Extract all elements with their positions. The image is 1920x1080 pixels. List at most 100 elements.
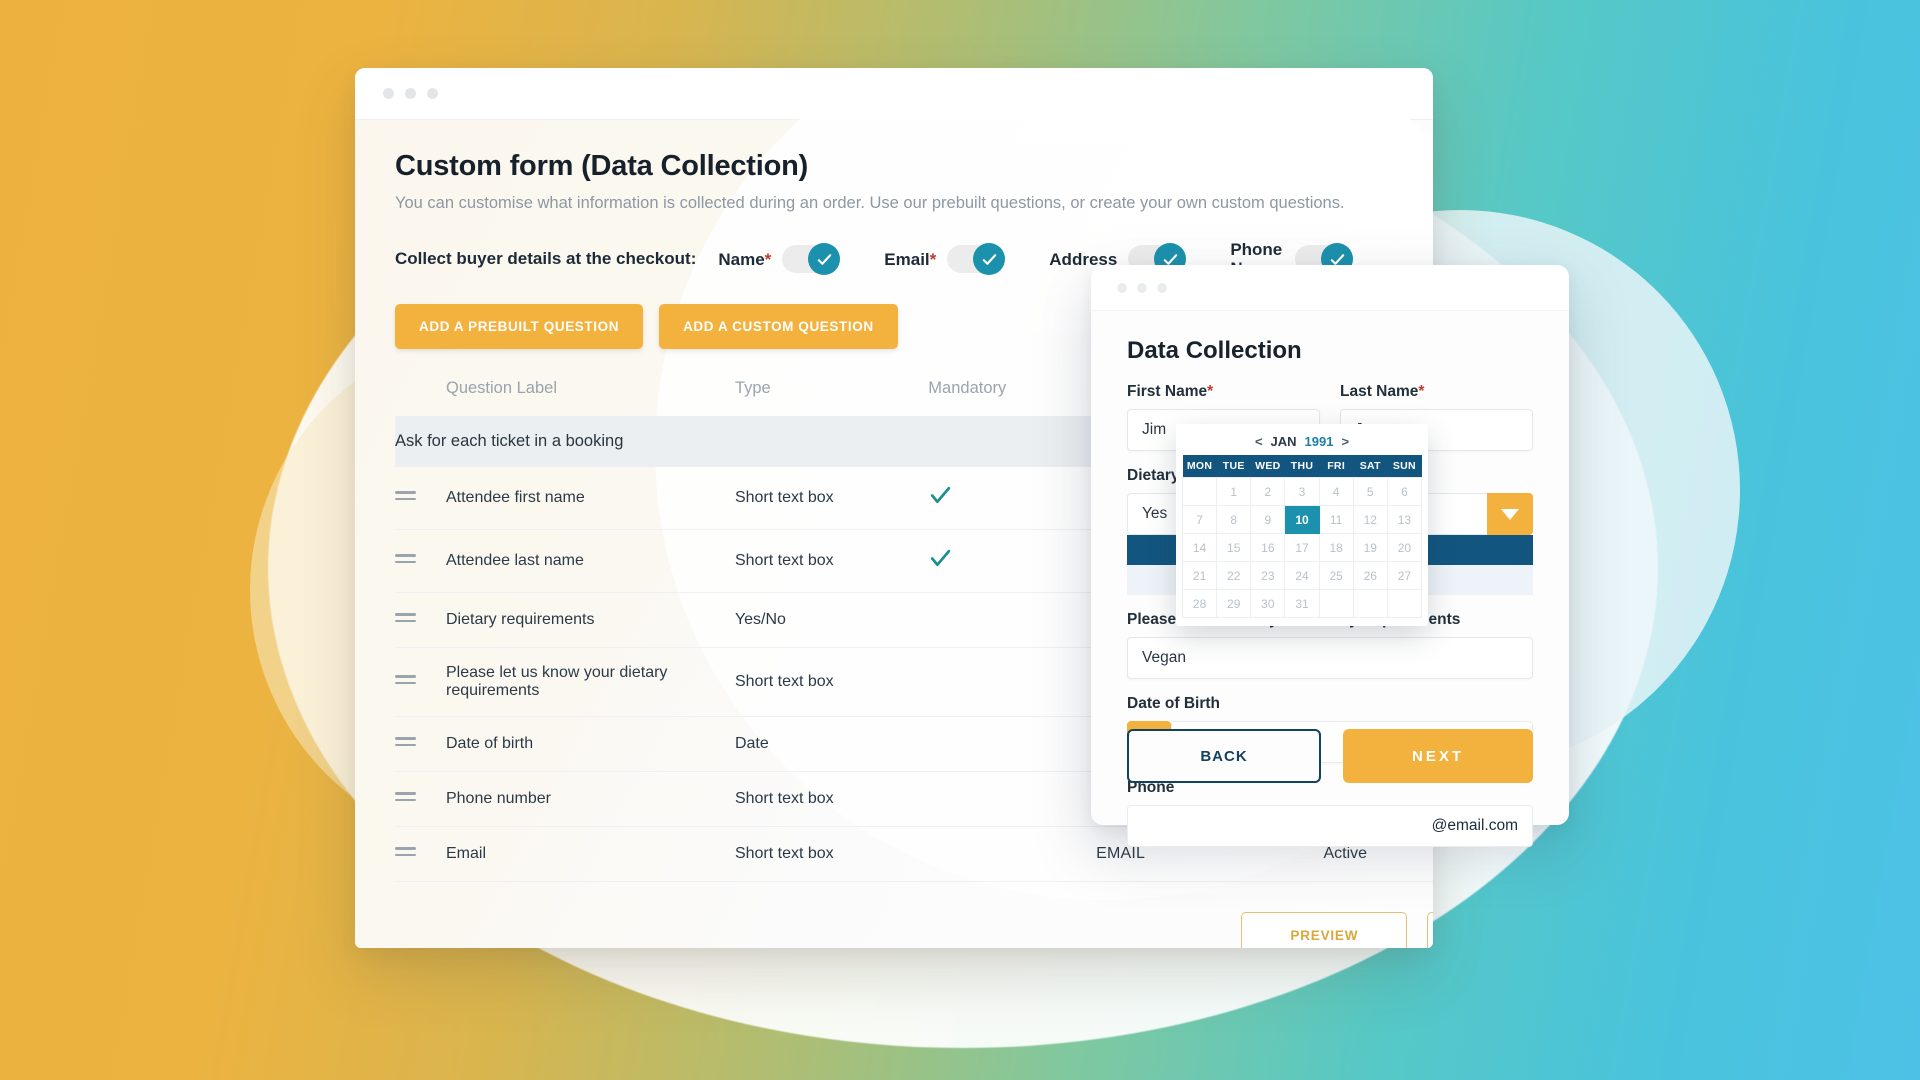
drag-handle-icon[interactable] — [395, 550, 416, 567]
drag-handle-icon[interactable] — [395, 671, 416, 688]
table-cell-drag[interactable] — [395, 529, 446, 594]
save-and-close-button[interactable]: SAVE AND CLOSE — [1427, 912, 1433, 948]
calendar-weekday: THU — [1284, 455, 1320, 478]
calendar-day[interactable]: 9 — [1250, 505, 1286, 534]
calendar-weekday-header: MON TUE WED THU FRI SAT SUN — [1182, 455, 1422, 478]
calendar-day[interactable]: 25 — [1318, 561, 1354, 590]
drag-handle-icon[interactable] — [395, 733, 416, 750]
table-cell-type: Short text box — [734, 771, 929, 828]
back-button[interactable]: BACK — [1127, 729, 1321, 783]
calendar-next-button[interactable]: > — [1341, 434, 1349, 449]
window-titlebar — [355, 68, 1433, 120]
calendar-day[interactable]: 14 — [1181, 533, 1218, 562]
calendar-weekday: SAT — [1353, 455, 1388, 478]
modal-footer: BACK NEXT — [1127, 729, 1533, 783]
table-cell-mandatory — [928, 467, 1097, 531]
table-cell-drag[interactable] — [395, 716, 446, 773]
calendar-day[interactable]: 1 — [1216, 477, 1252, 506]
table-cell-question-label: Dietary requirements — [445, 592, 735, 649]
calendar-day[interactable]: 15 — [1216, 533, 1252, 562]
calendar-weekday: FRI — [1319, 455, 1354, 478]
table-cell-drag[interactable] — [395, 647, 446, 718]
modal-dot-minimize[interactable] — [1137, 282, 1147, 293]
modal-dot-maximize[interactable] — [1157, 282, 1167, 293]
calendar-day[interactable]: 19 — [1352, 533, 1388, 562]
toggle-group-name: Name* — [718, 243, 841, 276]
mandatory-check-icon — [928, 487, 953, 512]
calendar-day[interactable]: 23 — [1250, 561, 1286, 590]
calendar-day[interactable]: 3 — [1284, 477, 1320, 506]
calendar-prev-button[interactable]: < — [1255, 434, 1263, 449]
table-cell-question-label: Attendee last name — [445, 529, 735, 594]
table-cell-question-label: Email — [445, 826, 735, 883]
calendar-day[interactable]: 12 — [1352, 505, 1388, 534]
calendar-day[interactable]: 5 — [1352, 477, 1388, 506]
table-cell-drag[interactable] — [395, 826, 446, 883]
drag-handle-icon[interactable] — [395, 788, 416, 805]
calendar-day-empty — [1386, 589, 1423, 618]
table-cell-type: Yes/No — [734, 592, 929, 649]
calendar-day[interactable]: 21 — [1181, 561, 1218, 590]
calendar-day[interactable]: 28 — [1181, 589, 1218, 618]
modal-dot-close[interactable] — [1117, 282, 1127, 293]
drag-handle-icon[interactable] — [395, 487, 416, 504]
calendar-day[interactable]: 29 — [1216, 589, 1252, 618]
calendar-day[interactable]: 26 — [1352, 561, 1388, 590]
calendar-day[interactable]: 8 — [1216, 505, 1252, 534]
calendar-day[interactable]: 17 — [1284, 533, 1320, 562]
drag-handle-icon[interactable] — [395, 609, 416, 626]
table-cell-question-label: Phone number — [445, 771, 735, 828]
calendar-day[interactable]: 6 — [1386, 477, 1423, 506]
table-cell-question-label: Date of birth — [445, 716, 735, 773]
calendar-day[interactable]: 24 — [1284, 561, 1320, 590]
table-cell-drag[interactable] — [395, 467, 446, 531]
add-prebuilt-question-button[interactable]: ADD A PREBUILT QUESTION — [395, 304, 644, 350]
table-header-drag — [395, 371, 446, 416]
calendar-day[interactable]: 7 — [1181, 505, 1218, 534]
calendar-day[interactable]: 13 — [1386, 505, 1423, 534]
calendar-day[interactable]: 22 — [1216, 561, 1252, 590]
calendar-day[interactable]: 31 — [1284, 589, 1320, 618]
chevron-down-icon[interactable] — [1487, 493, 1533, 535]
toggle-switch-email[interactable] — [947, 243, 1006, 276]
table-cell-drag[interactable] — [395, 771, 446, 828]
table-cell-mandatory — [928, 716, 1097, 773]
calendar-day-selected[interactable]: 10 — [1284, 505, 1320, 534]
modal-title: Data Collection — [1127, 337, 1302, 364]
calendar-day[interactable]: 27 — [1386, 561, 1423, 590]
calendar-day[interactable]: 11 — [1318, 505, 1354, 534]
calendar-day[interactable]: 20 — [1386, 533, 1423, 562]
first-name-label: First Name* — [1127, 383, 1214, 400]
calendar-day[interactable]: 18 — [1318, 533, 1354, 562]
calendar-day[interactable]: 16 — [1250, 533, 1286, 562]
calendar-weekday: WED — [1250, 455, 1285, 478]
drag-handle-icon[interactable] — [395, 843, 416, 860]
form-action-row: PREVIEW SAVE AND CLOSE — [395, 912, 1433, 948]
calendar-days-body: 1 2 3 4 5 6 7 8 9 10 11 12 13 14 15 16 17 18 19 20 21 22 23 24 2… — [1181, 477, 1423, 618]
table-cell-mandatory — [928, 529, 1097, 594]
add-custom-question-button[interactable]: ADD A CUSTOM QUESTION — [659, 304, 898, 350]
table-cell-mandatory — [928, 826, 1097, 883]
calendar-popover: < JAN 1991 > MON TUE WED THU FRI SAT SUN 12345… — [1176, 424, 1428, 626]
calendar-week-row: 21 22 23 24 25 26 27 — [1181, 561, 1423, 590]
email-input[interactable]: @email.com — [1127, 805, 1533, 847]
window-dot-maximize[interactable] — [427, 88, 438, 99]
calendar-year: 1991 — [1304, 434, 1334, 449]
dietary-detail-input[interactable] — [1127, 637, 1533, 679]
preview-button[interactable]: PREVIEW — [1241, 912, 1408, 948]
calendar-day[interactable]: 4 — [1318, 477, 1354, 506]
calendar-day[interactable]: 2 — [1250, 477, 1286, 506]
window-dot-minimize[interactable] — [405, 88, 416, 99]
table-cell-mandatory — [928, 592, 1097, 649]
modal-titlebar — [1091, 265, 1569, 311]
table-cell-mandatory — [928, 771, 1097, 828]
date-of-birth-label: Date of Birth — [1127, 695, 1220, 712]
calendar-week-row: 7 8 9 10 11 12 13 — [1181, 505, 1423, 534]
table-header-question-label: Question Label — [445, 379, 557, 398]
calendar-day[interactable]: 30 — [1250, 589, 1286, 618]
toggle-switch-name[interactable] — [782, 243, 841, 276]
next-button[interactable]: NEXT — [1343, 729, 1533, 783]
window-dot-close[interactable] — [383, 88, 394, 99]
table-cell-drag[interactable] — [395, 592, 446, 649]
check-icon — [973, 243, 1006, 276]
